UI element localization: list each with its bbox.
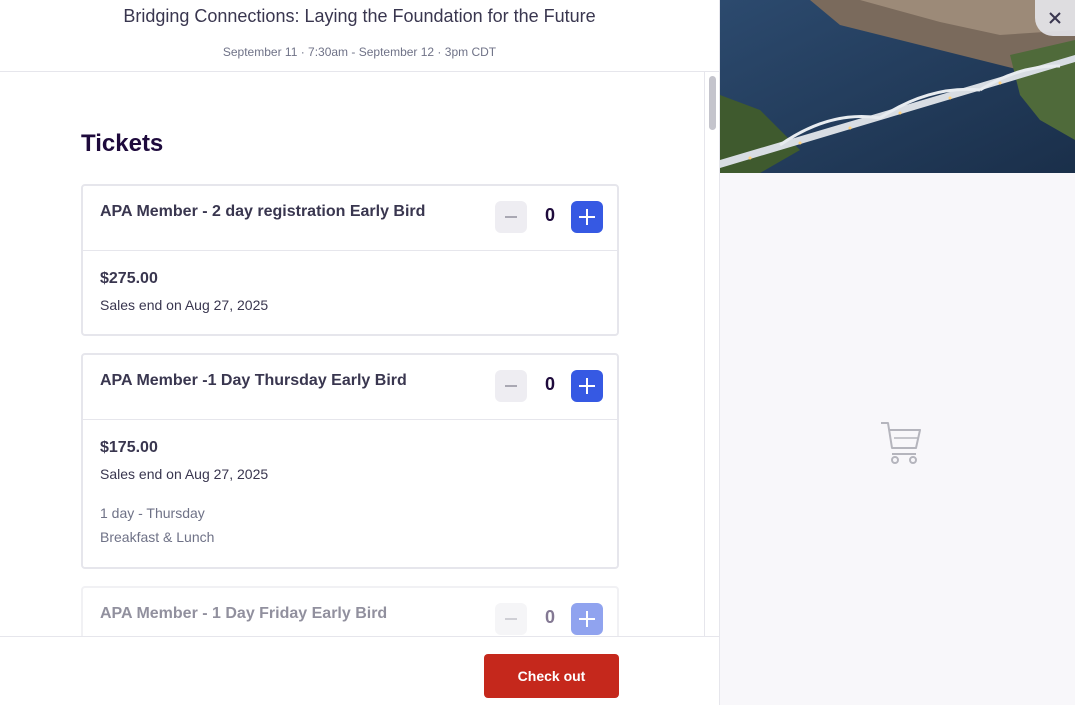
ticket-card: APA Member - 1 Day Friday Early Bird 0 (81, 586, 619, 636)
ticket-selection-pane: Bridging Connections: Laying the Foundat… (0, 0, 720, 706)
decrease-quantity-button[interactable] (495, 201, 527, 233)
ticket-detail: Breakfast & Lunch (100, 529, 215, 545)
tickets-heading: Tickets (81, 130, 164, 157)
cart-icon (880, 420, 922, 469)
ticket-header: APA Member -1 Day Thursday Early Bird 0 (83, 355, 617, 420)
tickets-scroll-area[interactable]: Tickets APA Member - 2 day registration … (0, 72, 719, 636)
event-title: Bridging Connections: Laying the Foundat… (123, 6, 596, 26)
ticket-card: APA Member -1 Day Thursday Early Bird 0 … (81, 353, 619, 569)
event-dates: September 11 · 7:30am - September 12 · 3… (222, 45, 497, 59)
ticket-quantity: 0 (544, 607, 555, 627)
sales-end-date: Sales end on Aug 27, 2025 (100, 297, 269, 313)
plus-icon (579, 209, 595, 225)
scrollbar[interactable] (704, 72, 720, 636)
event-image (720, 0, 1075, 173)
ticket-card: APA Member - 2 day registration Early Bi… (81, 184, 619, 336)
minus-icon (505, 385, 517, 387)
increase-quantity-button[interactable] (571, 370, 603, 402)
close-icon (1049, 12, 1061, 24)
plus-icon (579, 378, 595, 394)
minus-icon (505, 618, 517, 620)
ticket-name: APA Member - 1 Day Friday Early Bird (100, 605, 388, 622)
increase-quantity-button[interactable] (571, 201, 603, 233)
decrease-quantity-button[interactable] (495, 603, 527, 635)
minus-icon (505, 216, 517, 218)
ticket-body: $175.00 Sales end on Aug 27, 2025 1 day … (83, 420, 617, 545)
event-header: Bridging Connections: Laying the Foundat… (0, 0, 719, 72)
ticket-price: $175.00 (100, 439, 158, 456)
ticket-body: $275.00 Sales end on Aug 27, 2025 (83, 251, 617, 313)
sales-end-date: Sales end on Aug 27, 2025 (100, 466, 269, 482)
ticket-price: $275.00 (100, 270, 158, 287)
checkout-button[interactable]: Check out (484, 654, 619, 698)
ticket-name: APA Member -1 Day Thursday Early Bird (100, 372, 407, 389)
checkout-footer: Check out (0, 636, 719, 706)
plus-icon (579, 611, 595, 627)
ticket-quantity: 0 (544, 374, 555, 394)
event-image-graphic (720, 0, 1075, 173)
ticket-detail: 1 day - Thursday (100, 505, 205, 521)
order-summary-pane (720, 0, 1075, 705)
decrease-quantity-button[interactable] (495, 370, 527, 402)
ticket-quantity: 0 (544, 205, 555, 225)
ticket-header: APA Member - 1 Day Friday Early Bird 0 (83, 588, 617, 636)
ticket-name: APA Member - 2 day registration Early Bi… (100, 203, 426, 220)
increase-quantity-button[interactable] (571, 603, 603, 635)
scrollbar-thumb[interactable] (709, 76, 716, 130)
ticket-header: APA Member - 2 day registration Early Bi… (83, 186, 617, 251)
close-button[interactable] (1035, 0, 1075, 36)
